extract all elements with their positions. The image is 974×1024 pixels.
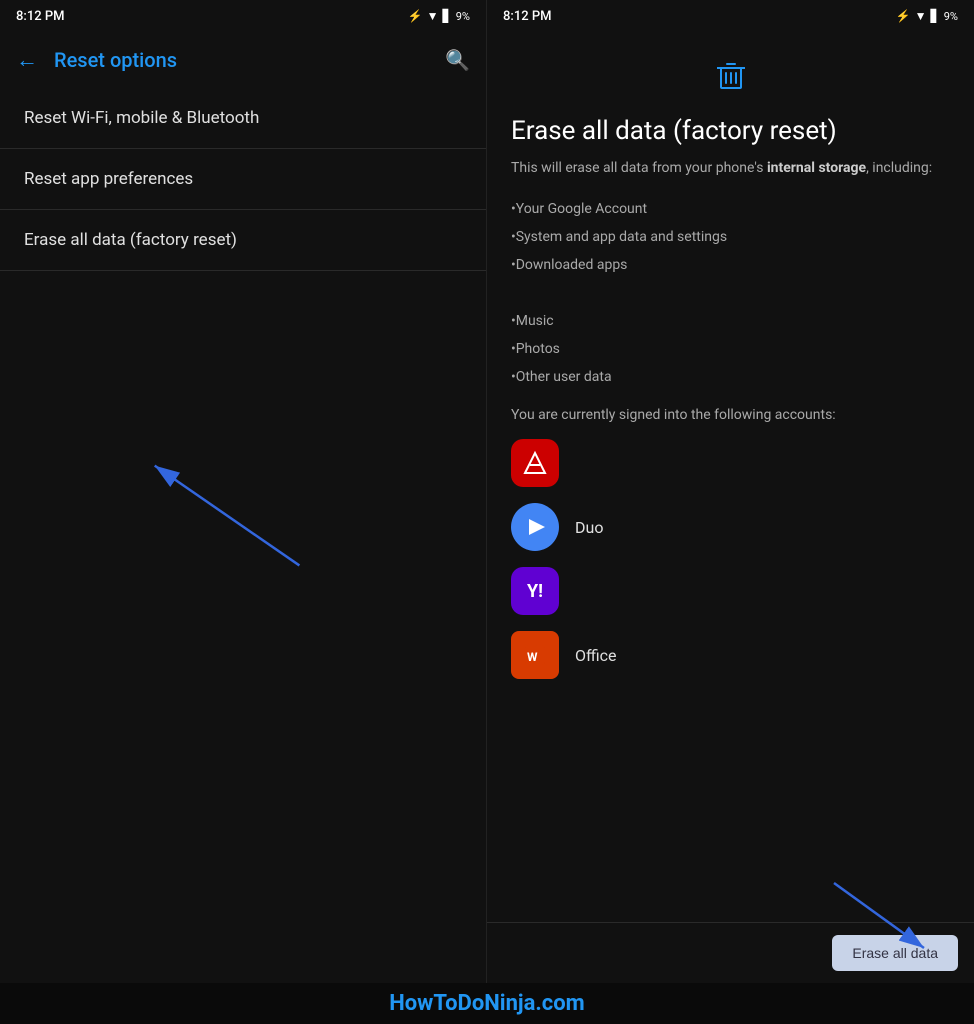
- bullet-music: •Music: [511, 307, 950, 335]
- account-adobe: [511, 439, 950, 487]
- account-office: W Office: [511, 631, 950, 679]
- menu-item-reset-wifi[interactable]: Reset Wi-Fi, mobile & Bluetooth: [0, 88, 486, 149]
- status-bar-left: 8:12 PM ⚡ ▼ ▋ 9%: [0, 0, 486, 32]
- bullet-userdata: •Other user data: [511, 363, 950, 391]
- office-label: Office: [575, 646, 617, 665]
- desc-plain: This will erase all data from your phone…: [511, 160, 767, 176]
- menu-container: Reset Wi-Fi, mobile & Bluetooth Reset ap…: [0, 88, 486, 983]
- toolbar-left: ← Reset options 🔍: [0, 32, 486, 88]
- svg-text:W: W: [527, 650, 538, 664]
- account-duo: Duo: [511, 503, 950, 551]
- bullet-photos: •Photos: [511, 335, 950, 363]
- battery-left: 9%: [456, 10, 470, 23]
- bullet-apps: •Downloaded apps: [511, 251, 950, 279]
- office-icon: W: [511, 631, 559, 679]
- duo-label: Duo: [575, 518, 603, 537]
- bottom-wrapper: Erase all data: [487, 922, 974, 983]
- bottom-bar: Erase all data: [487, 922, 974, 983]
- menu-item-erase-data[interactable]: Erase all data (factory reset): [0, 210, 486, 271]
- duo-icon: [511, 503, 559, 551]
- bullet-system: •System and app data and settings: [511, 223, 950, 251]
- signal-icon-right: ▋: [931, 9, 940, 23]
- right-panel: 8:12 PM ⚡ ▼ ▋ 9% Erase a: [487, 0, 974, 983]
- bullet-list: •Your Google Account •System and app dat…: [511, 195, 950, 391]
- bluetooth-icon: ⚡: [408, 9, 423, 23]
- trash-icon: [511, 56, 950, 100]
- menu-list: Reset Wi-Fi, mobile & Bluetooth Reset ap…: [0, 88, 486, 271]
- time-left: 8:12 PM: [16, 9, 65, 24]
- status-bar-right: 8:12 PM ⚡ ▼ ▋ 9%: [487, 0, 974, 32]
- account-yahoo: Y!: [511, 567, 950, 615]
- left-panel: 8:12 PM ⚡ ▼ ▋ 9% ← Reset options 🔍 Reset…: [0, 0, 487, 983]
- page-title: Reset options: [54, 48, 429, 72]
- signal-icon: ▋: [443, 9, 452, 23]
- right-content: Erase all data (factory reset) This will…: [487, 32, 974, 922]
- accounts-label: You are currently signed into the follow…: [511, 407, 950, 423]
- status-icons-right: ⚡ ▼ ▋ 9%: [896, 9, 958, 23]
- watermark: HowToDoNinja.com: [0, 983, 974, 1024]
- erase-description: This will erase all data from your phone…: [511, 158, 950, 179]
- battery-right: 9%: [944, 10, 958, 23]
- yahoo-icon: Y!: [511, 567, 559, 615]
- erase-all-data-button[interactable]: Erase all data: [832, 935, 958, 971]
- bullet-google: •Your Google Account: [511, 195, 950, 223]
- bluetooth-icon-right: ⚡: [896, 9, 911, 23]
- menu-item-reset-app[interactable]: Reset app preferences: [0, 149, 486, 210]
- wifi-icon: ▼: [427, 9, 439, 23]
- status-icons-left: ⚡ ▼ ▋ 9%: [408, 9, 470, 23]
- back-button[interactable]: ←: [16, 47, 38, 73]
- wifi-icon-right: ▼: [915, 9, 927, 23]
- search-icon[interactable]: 🔍: [445, 48, 470, 72]
- desc-bold: internal storage: [767, 160, 866, 176]
- erase-title: Erase all data (factory reset): [511, 116, 950, 146]
- adobe-icon: [511, 439, 559, 487]
- time-right: 8:12 PM: [503, 9, 552, 24]
- desc-suffix: , including:: [866, 160, 932, 176]
